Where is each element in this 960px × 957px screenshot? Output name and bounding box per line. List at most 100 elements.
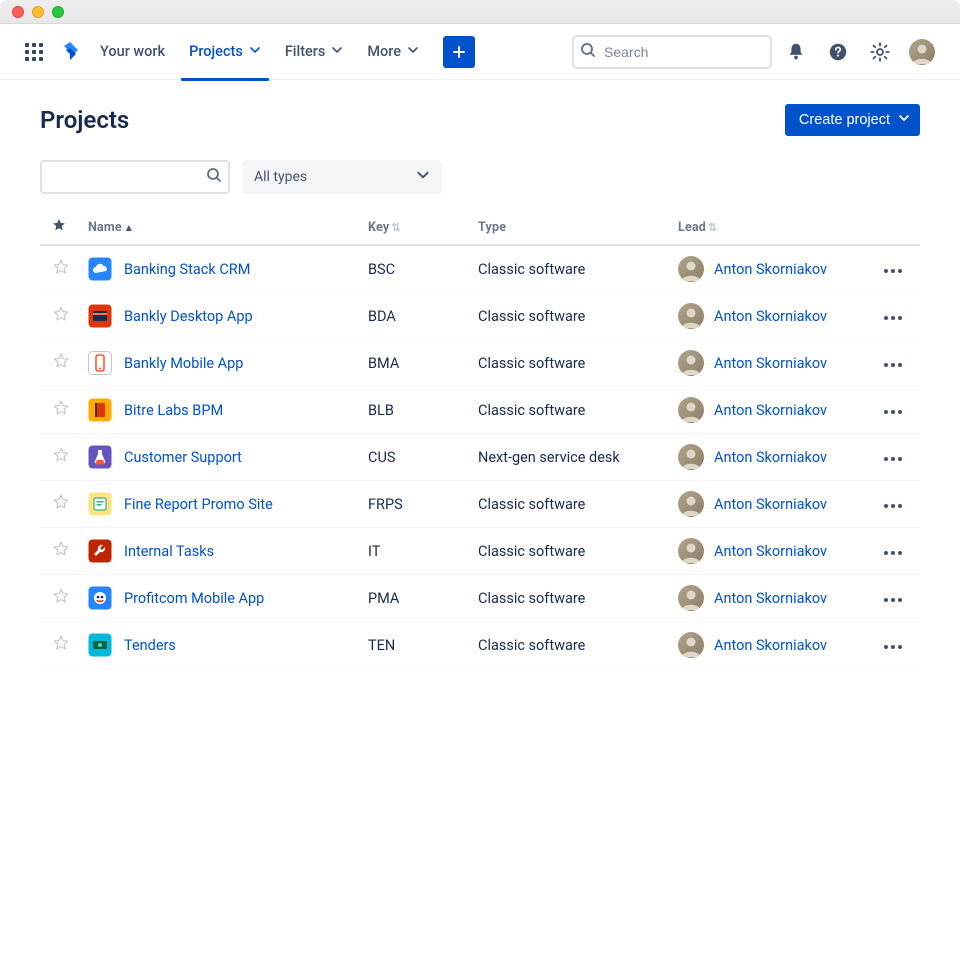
row-name-cell: Profitcom Mobile App bbox=[80, 575, 360, 622]
row-key-cell: BMA bbox=[360, 340, 470, 387]
row-star-cell bbox=[40, 387, 80, 434]
row-type-cell: Classic software bbox=[470, 387, 670, 434]
project-type: Classic software bbox=[478, 590, 585, 607]
project-key: IT bbox=[368, 543, 380, 560]
row-more-actions[interactable] bbox=[878, 639, 908, 655]
type-filter-label: All types bbox=[254, 169, 307, 185]
lead-link[interactable]: Anton Skorniakov bbox=[714, 261, 827, 278]
product-logo[interactable] bbox=[52, 32, 88, 72]
profile-button[interactable] bbox=[904, 34, 940, 70]
project-name-link[interactable]: Bankly Desktop App bbox=[124, 308, 253, 325]
nav-filters[interactable]: Filters bbox=[273, 24, 356, 80]
row-key-cell: BSC bbox=[360, 245, 470, 293]
lead-link[interactable]: Anton Skorniakov bbox=[714, 496, 827, 513]
row-more-actions[interactable] bbox=[878, 310, 908, 326]
lead-avatar-icon bbox=[678, 397, 704, 423]
star-toggle[interactable] bbox=[52, 587, 70, 605]
column-key[interactable]: Key⇅ bbox=[360, 210, 470, 245]
table-row: Profitcom Mobile AppPMAClassic softwareA… bbox=[40, 575, 920, 622]
nav-filters-label: Filters bbox=[285, 43, 326, 60]
star-toggle[interactable] bbox=[52, 305, 70, 323]
row-lead-cell: Anton Skorniakov bbox=[670, 293, 870, 340]
column-type[interactable]: Type bbox=[470, 210, 670, 245]
lead-link[interactable]: Anton Skorniakov bbox=[714, 449, 827, 466]
nav-projects[interactable]: Projects bbox=[177, 24, 273, 80]
main-content: Projects Create project All types bbox=[0, 80, 960, 693]
row-name-cell: Bankly Desktop App bbox=[80, 293, 360, 340]
lead-link[interactable]: Anton Skorniakov bbox=[714, 308, 827, 325]
project-name-link[interactable]: Bankly Mobile App bbox=[124, 355, 243, 372]
project-avatar-icon bbox=[88, 586, 112, 610]
nav-left: Your work Projects Filters More bbox=[16, 24, 475, 80]
project-name-link[interactable]: Fine Report Promo Site bbox=[124, 496, 273, 513]
help-icon bbox=[827, 41, 849, 63]
search-icon bbox=[580, 42, 596, 62]
star-toggle[interactable] bbox=[52, 399, 70, 417]
row-name-cell: Banking Stack CRM bbox=[80, 245, 360, 293]
lead-link[interactable]: Anton Skorniakov bbox=[714, 590, 827, 607]
row-more-actions[interactable] bbox=[878, 357, 908, 373]
star-toggle[interactable] bbox=[52, 540, 70, 558]
project-avatar-icon bbox=[88, 257, 112, 281]
row-star-cell bbox=[40, 481, 80, 528]
star-toggle[interactable] bbox=[52, 258, 70, 276]
project-key: BMA bbox=[368, 355, 399, 372]
row-more-actions[interactable] bbox=[878, 263, 908, 279]
star-toggle[interactable] bbox=[52, 634, 70, 652]
lead-link[interactable]: Anton Skorniakov bbox=[714, 355, 827, 372]
project-filter-search bbox=[40, 160, 230, 194]
project-name-link[interactable]: Customer Support bbox=[124, 449, 242, 466]
star-outline-icon bbox=[52, 587, 70, 605]
star-outline-icon bbox=[52, 352, 70, 370]
help-button[interactable] bbox=[820, 34, 856, 70]
project-name-link[interactable]: Internal Tasks bbox=[124, 543, 214, 560]
create-project-button[interactable]: Create project bbox=[785, 104, 920, 136]
window-minimize-icon[interactable] bbox=[32, 6, 44, 18]
row-name-cell: Fine Report Promo Site bbox=[80, 481, 360, 528]
table-row: Fine Report Promo SiteFRPSClassic softwa… bbox=[40, 481, 920, 528]
row-actions-cell bbox=[870, 293, 920, 340]
app-switcher-button[interactable] bbox=[16, 32, 52, 72]
page-title: Projects bbox=[40, 106, 129, 134]
bell-icon bbox=[785, 41, 807, 63]
row-more-actions[interactable] bbox=[878, 545, 908, 561]
star-outline-icon bbox=[52, 493, 70, 511]
row-star-cell bbox=[40, 622, 80, 669]
create-button[interactable] bbox=[443, 36, 475, 68]
star-toggle[interactable] bbox=[52, 446, 70, 464]
project-name-link[interactable]: Tenders bbox=[124, 637, 176, 654]
row-more-actions[interactable] bbox=[878, 404, 908, 420]
window-zoom-icon[interactable] bbox=[52, 6, 64, 18]
row-actions-cell bbox=[870, 245, 920, 293]
nav-more[interactable]: More bbox=[355, 24, 431, 80]
row-more-actions[interactable] bbox=[878, 451, 908, 467]
star-outline-icon bbox=[52, 540, 70, 558]
row-name-cell: Tenders bbox=[80, 622, 360, 669]
notifications-button[interactable] bbox=[778, 34, 814, 70]
lead-link[interactable]: Anton Skorniakov bbox=[714, 637, 827, 654]
row-name-cell: Bitre Labs BPM bbox=[80, 387, 360, 434]
project-name-link[interactable]: Profitcom Mobile App bbox=[124, 590, 264, 607]
lead-link[interactable]: Anton Skorniakov bbox=[714, 543, 827, 560]
column-name[interactable]: Name▲ bbox=[80, 210, 360, 245]
row-more-actions[interactable] bbox=[878, 498, 908, 514]
project-type: Classic software bbox=[478, 261, 585, 278]
lead-link[interactable]: Anton Skorniakov bbox=[714, 402, 827, 419]
project-name-link[interactable]: Banking Stack CRM bbox=[124, 261, 250, 278]
star-toggle[interactable] bbox=[52, 352, 70, 370]
star-toggle[interactable] bbox=[52, 493, 70, 511]
nav-your-work[interactable]: Your work bbox=[88, 24, 177, 80]
column-star[interactable] bbox=[40, 210, 80, 245]
row-star-cell bbox=[40, 528, 80, 575]
row-star-cell bbox=[40, 340, 80, 387]
column-lead[interactable]: Lead⇅ bbox=[670, 210, 870, 245]
window-close-icon[interactable] bbox=[12, 6, 24, 18]
project-filter-input[interactable] bbox=[40, 160, 230, 194]
project-name-link[interactable]: Bitre Labs BPM bbox=[124, 402, 223, 419]
type-filter-select[interactable]: All types bbox=[242, 160, 442, 194]
nav-your-work-label: Your work bbox=[100, 43, 165, 60]
row-more-actions[interactable] bbox=[878, 592, 908, 608]
search-input[interactable] bbox=[572, 35, 772, 69]
row-lead-cell: Anton Skorniakov bbox=[670, 245, 870, 293]
settings-button[interactable] bbox=[862, 34, 898, 70]
